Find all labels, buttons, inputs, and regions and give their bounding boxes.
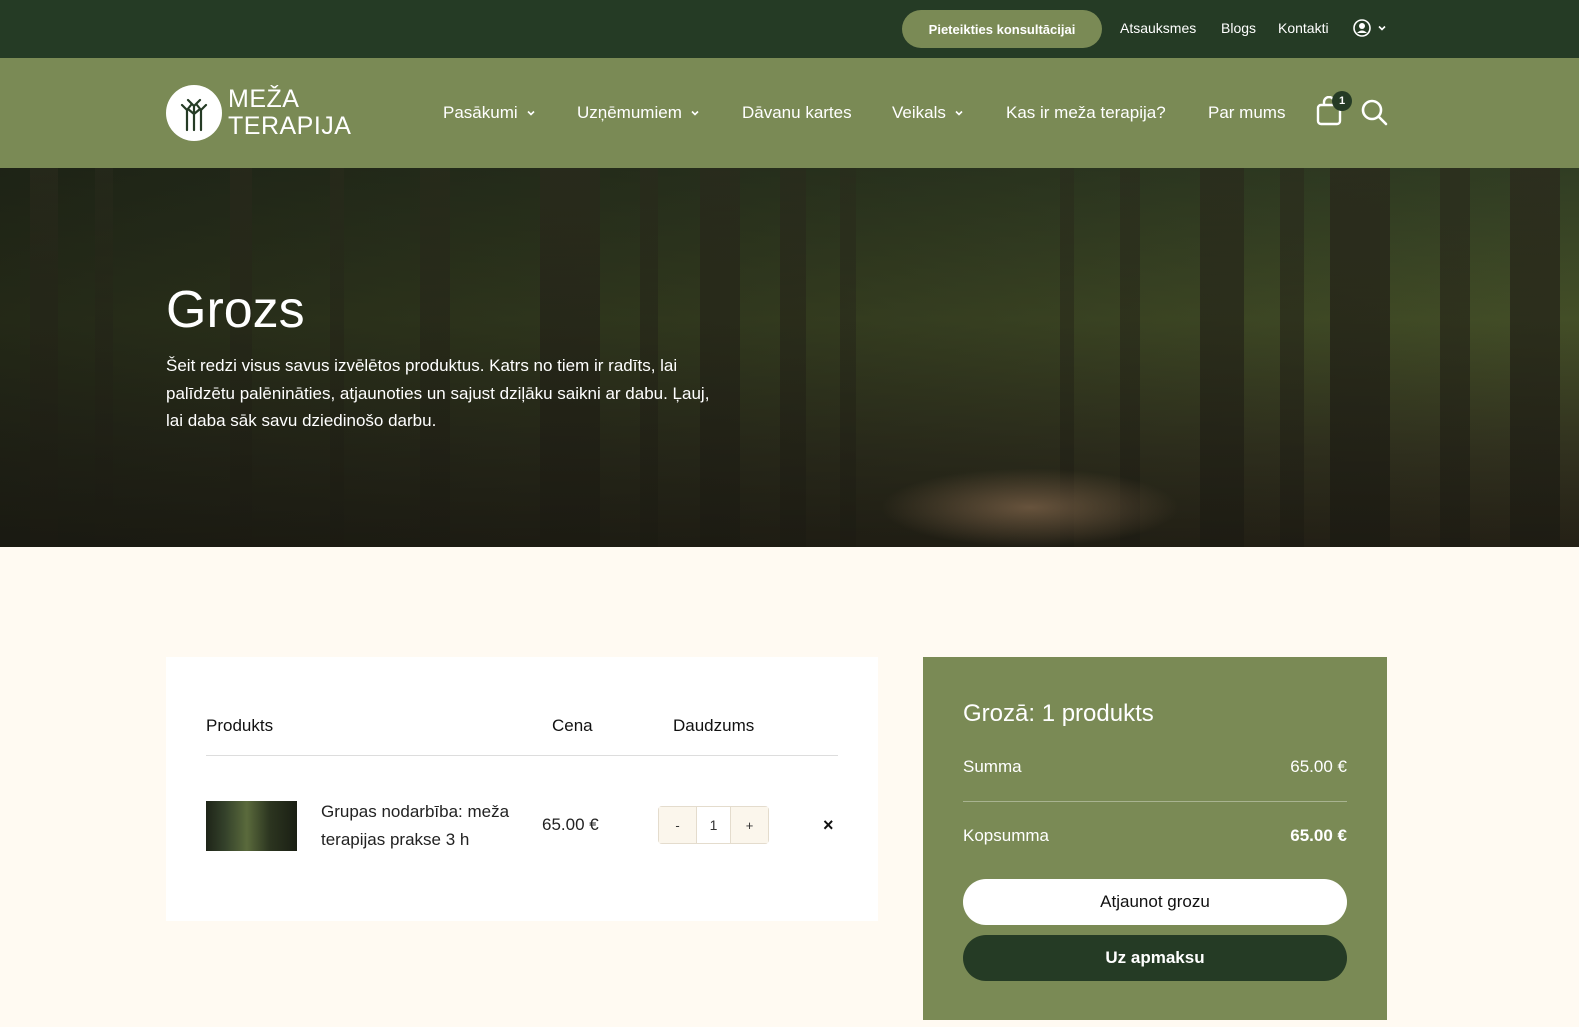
header-quantity: Daudzums: [673, 716, 755, 735]
top-bar: [0, 0, 1579, 58]
chevron-down-icon: [955, 110, 963, 116]
total-label: Kopsumma: [963, 826, 1049, 845]
update-cart-button[interactable]: Atjaunot grozu: [963, 879, 1347, 925]
total-row: Kopsumma 65.00 €: [963, 826, 1347, 846]
total-value: 65.00 €: [1290, 826, 1347, 845]
nav-item-what-is[interactable]: Kas ir meža terapija?: [1006, 103, 1166, 123]
toplink-contacts[interactable]: Kontakti: [1278, 20, 1329, 36]
quantity-stepper: - 1 +: [658, 806, 769, 844]
nav-item-gift-cards[interactable]: Dāvanu kartes: [742, 103, 852, 123]
remove-item-button[interactable]: ×: [823, 815, 834, 836]
subtotal-value: 65.00 €: [1290, 757, 1347, 776]
quantity-input[interactable]: 1: [696, 807, 731, 843]
nav-label: Kas ir meža terapija?: [1006, 103, 1166, 122]
nav-label: Veikals: [892, 103, 946, 122]
product-price: 65.00 €: [542, 815, 599, 834]
cart-table: [166, 657, 878, 921]
product-thumbnail[interactable]: [206, 801, 297, 851]
nav-label: Uzņēmumiem: [577, 103, 682, 122]
close-icon: ×: [823, 815, 834, 835]
nav-item-about[interactable]: Par mums: [1208, 103, 1285, 123]
logo-text: MEŽA TERAPIJA: [228, 86, 351, 140]
nav-item-business[interactable]: Uzņēmumiem: [577, 103, 700, 123]
hero-description: Šeit redzi visus savus izvēlētos produkt…: [166, 356, 710, 430]
nav-label: Dāvanu kartes: [742, 103, 852, 122]
chevron-down-icon: [527, 110, 535, 116]
logo-line-2: TERAPIJA: [228, 112, 352, 140]
toplink-blog[interactable]: Blogs: [1221, 20, 1256, 36]
logo-line-1: MEŽA: [228, 85, 300, 113]
consultation-button[interactable]: Pieteikties konsultācijai: [902, 10, 1102, 48]
header-price: Cena: [552, 716, 593, 735]
nav-label: Pasākumi: [443, 103, 518, 122]
chevron-down-icon: [691, 110, 699, 116]
toplink-reviews[interactable]: Atsauksmes: [1120, 20, 1196, 36]
quantity-increase-button[interactable]: +: [731, 807, 768, 843]
user-icon: [1353, 19, 1371, 37]
page-title: Grozs: [166, 281, 305, 339]
table-divider: [206, 755, 838, 756]
product-name-link[interactable]: Grupas nodarbība: meža terapijas prakse …: [321, 798, 531, 854]
summary-title: Grozā: 1 produkts: [963, 700, 1154, 727]
header-product: Produkts: [206, 716, 274, 735]
checkout-button[interactable]: Uz apmaksu: [963, 935, 1347, 981]
subtotal-label: Summa: [963, 757, 1022, 776]
nav-label: Par mums: [1208, 103, 1286, 122]
summary-divider: [963, 801, 1347, 802]
nav-item-events[interactable]: Pasākumi: [443, 103, 536, 123]
tree-logo-icon: [166, 85, 222, 141]
quantity-decrease-button[interactable]: -: [659, 807, 696, 843]
user-menu[interactable]: [1353, 19, 1387, 37]
subtotal-row: Summa 65.00 €: [963, 757, 1347, 777]
chevron-down-icon: [1378, 25, 1386, 31]
cart-count-badge: 1: [1332, 91, 1352, 111]
logo[interactable]: MEŽA TERAPIJA: [166, 85, 351, 141]
nav-item-shop[interactable]: Veikals: [892, 103, 964, 123]
search-icon[interactable]: [1360, 98, 1388, 126]
